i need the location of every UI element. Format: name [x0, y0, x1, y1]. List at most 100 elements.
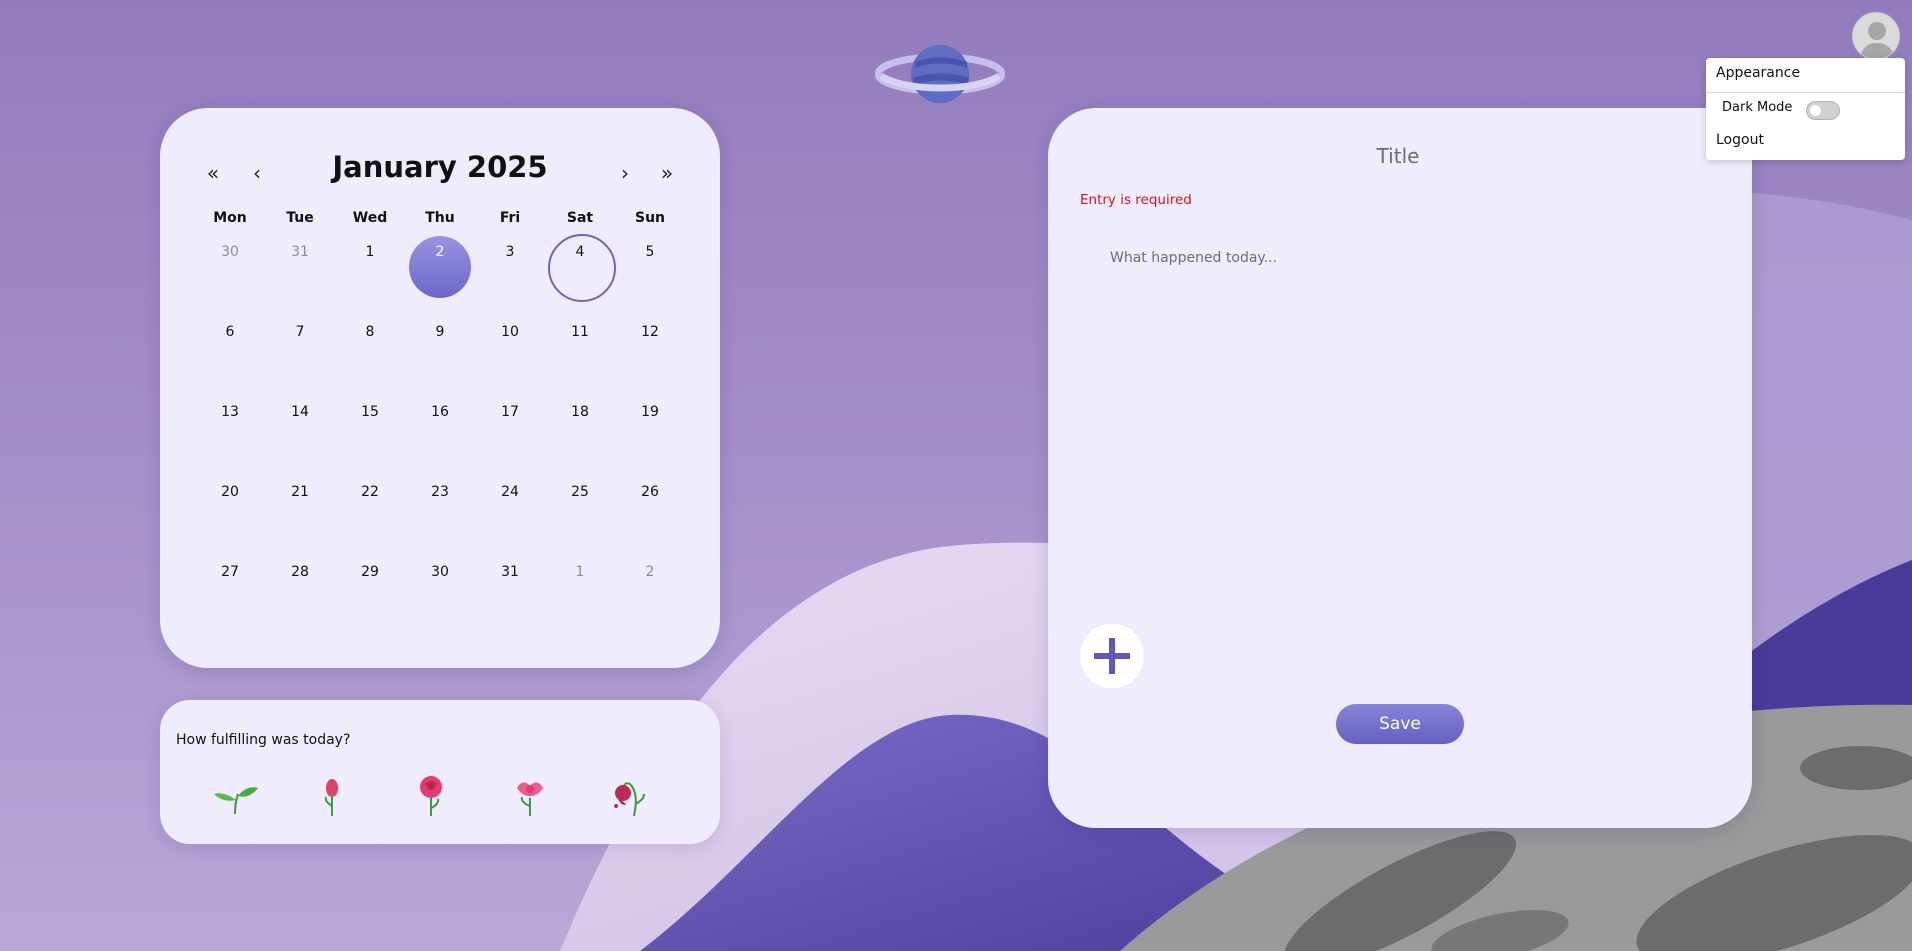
- calendar-day[interactable]: 12: [615, 316, 685, 396]
- calendar-day-number: 14: [291, 404, 309, 420]
- weekday-header: Wed: [352, 210, 388, 226]
- weekday-header: Mon: [213, 210, 247, 226]
- calendar-day[interactable]: 15: [335, 396, 405, 476]
- calendar-day-number: 4: [575, 244, 585, 260]
- calendar-day-number: 7: [295, 324, 305, 340]
- entry-card: Entry is required Save: [1048, 108, 1752, 828]
- next-year-button[interactable]: »: [652, 158, 682, 188]
- calendar-day-number: 24: [501, 484, 519, 500]
- calendar-day-number: 31: [501, 564, 519, 580]
- calendar-day[interactable]: 9: [405, 316, 475, 396]
- calendar-day[interactable]: 23: [405, 476, 475, 556]
- error-message: Entry is required: [1080, 192, 1192, 208]
- calendar-day-number: 9: [435, 324, 445, 340]
- calendar-day-number: 28: [291, 564, 309, 580]
- calendar-grid: Mon Tue Wed Thu Fri Sat Sun 30 31 1 2 3 4 5 6 7 8 9 10 11 12…: [195, 200, 685, 636]
- calendar-day[interactable]: 5: [615, 236, 685, 316]
- calendar-day-number: 1: [575, 564, 585, 580]
- mood-options: [210, 770, 690, 820]
- logout-button[interactable]: Logout: [1716, 132, 1764, 148]
- avatar[interactable]: [1852, 12, 1900, 60]
- calendar-day[interactable]: 13: [195, 396, 265, 476]
- calendar-day-number: 15: [361, 404, 379, 420]
- plus-icon: [1094, 638, 1130, 674]
- calendar-day[interactable]: 3: [475, 236, 545, 316]
- calendar-day[interactable]: 10: [475, 316, 545, 396]
- weekday-header: Fri: [499, 210, 521, 226]
- calendar-day-number: 26: [641, 484, 659, 500]
- calendar-day[interactable]: 30: [405, 556, 475, 636]
- next-month-button[interactable]: ›: [610, 158, 640, 188]
- calendar-day[interactable]: 20: [195, 476, 265, 556]
- calendar-day-number: 5: [645, 244, 655, 260]
- sprout-icon: [214, 787, 258, 815]
- calendar-day-number: 29: [361, 564, 379, 580]
- calendar-card: « ‹ January 2025 › » Mon Tue Wed Thu Fri Sat S…: [160, 108, 720, 668]
- calendar-day[interactable]: 7: [265, 316, 335, 396]
- calendar-day-number: 12: [641, 324, 659, 340]
- toggle-knob: [1810, 105, 1821, 116]
- calendar-day-number: 30: [221, 244, 239, 260]
- dark-mode-toggle[interactable]: [1806, 101, 1840, 120]
- calendar-day[interactable]: 21: [265, 476, 335, 556]
- calendar-day[interactable]: 17: [475, 396, 545, 476]
- calendar-day[interactable]: 14: [265, 396, 335, 476]
- calendar-day[interactable]: 16: [405, 396, 475, 476]
- mood-card: How fulfilling was today?: [160, 700, 720, 844]
- calendar-day-number: 6: [225, 324, 235, 340]
- rosebud-icon: [324, 779, 338, 816]
- calendar-day[interactable]: 18: [545, 396, 615, 476]
- calendar-day-number: 22: [361, 484, 379, 500]
- calendar-day[interactable]: 27: [195, 556, 265, 636]
- weekday-header: Sun: [634, 210, 666, 226]
- calendar-day-number: 27: [221, 564, 239, 580]
- mood-option-rose[interactable]: [406, 770, 456, 820]
- calendar-day[interactable]: 30: [195, 236, 265, 316]
- calendar-day[interactable]: 1: [545, 556, 615, 636]
- mood-option-rosebud[interactable]: [307, 770, 357, 820]
- save-button[interactable]: Save: [1336, 704, 1464, 744]
- mood-option-sprout[interactable]: [210, 770, 260, 820]
- calendar-day[interactable]: 31: [265, 236, 335, 316]
- calendar-day-number: 13: [221, 404, 239, 420]
- calendar-day[interactable]: 8: [335, 316, 405, 396]
- calendar-day-number: 20: [221, 484, 239, 500]
- calendar-day-number: 8: [365, 324, 375, 340]
- wilted-rose-icon: [614, 782, 645, 817]
- calendar-day[interactable]: 29: [335, 556, 405, 636]
- calendar-day[interactable]: 26: [615, 476, 685, 556]
- calendar-day-number: 3: [505, 244, 515, 260]
- calendar-day-number: 2: [645, 564, 655, 580]
- calendar-day-number: 2: [435, 244, 445, 260]
- calendar-day-selected[interactable]: 2: [405, 236, 475, 316]
- calendar-day[interactable]: 19: [615, 396, 685, 476]
- calendar-day[interactable]: 6: [195, 316, 265, 396]
- calendar-day[interactable]: 1: [335, 236, 405, 316]
- planet-icon: [875, 45, 1005, 103]
- weekday-header: Tue: [286, 210, 314, 226]
- title-input[interactable]: [1198, 138, 1598, 174]
- calendar-day-number: 17: [501, 404, 519, 420]
- calendar-day[interactable]: 11: [545, 316, 615, 396]
- weekday-header: Sat: [566, 210, 594, 226]
- calendar-day[interactable]: 22: [335, 476, 405, 556]
- calendar-day-today[interactable]: 4: [545, 234, 616, 316]
- calendar-day[interactable]: 25: [545, 476, 615, 556]
- calendar-day-number: 31: [291, 244, 309, 260]
- calendar-day[interactable]: 2: [615, 556, 685, 636]
- calendar-day-number: 25: [571, 484, 589, 500]
- mood-option-blossom[interactable]: [505, 770, 555, 820]
- appearance-heading: Appearance: [1716, 65, 1801, 81]
- calendar-day-number: 30: [431, 564, 449, 580]
- calendar-day-number: 1: [365, 244, 375, 260]
- calendar-day[interactable]: 31: [475, 556, 545, 636]
- dark-mode-label: Dark Mode: [1722, 100, 1793, 115]
- add-button[interactable]: [1080, 624, 1144, 688]
- entry-textarea[interactable]: [1110, 250, 1710, 570]
- calendar-day[interactable]: 28: [265, 556, 335, 636]
- calendar-day[interactable]: 24: [475, 476, 545, 556]
- weekday-header: Thu: [425, 210, 455, 226]
- calendar-day-number: 19: [641, 404, 659, 420]
- mood-option-wilted-rose[interactable]: [604, 770, 654, 820]
- blossom-icon: [517, 782, 543, 816]
